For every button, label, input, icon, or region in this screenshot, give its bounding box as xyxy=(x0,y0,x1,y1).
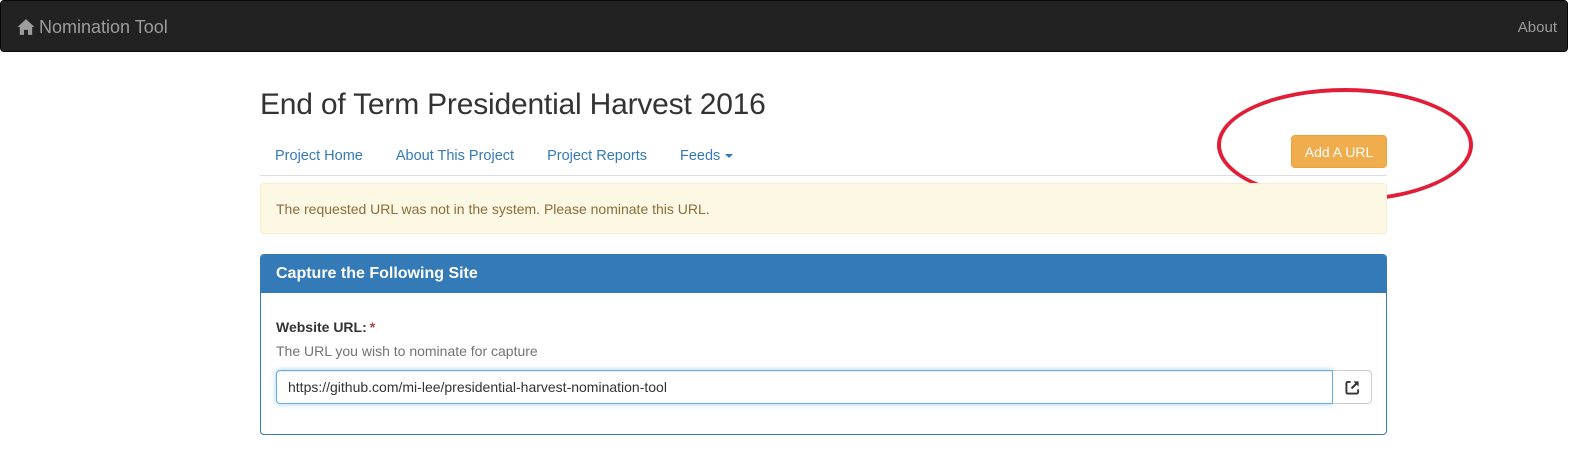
page-title: End of Term Presidential Harvest 2016 xyxy=(260,88,766,121)
website-url-label: Website URL: * xyxy=(276,319,375,335)
capture-panel: Capture the Following Site Website URL: *… xyxy=(260,254,1387,435)
open-url-button[interactable] xyxy=(1333,370,1372,404)
nav-project-reports[interactable]: Project Reports xyxy=(532,136,662,176)
website-url-label-text: Website URL: xyxy=(276,319,367,335)
external-link-icon xyxy=(1344,380,1359,395)
website-url-input[interactable] xyxy=(276,370,1333,404)
brand-link[interactable]: Nomination Tool xyxy=(17,1,168,53)
nav-about-this-project[interactable]: About This Project xyxy=(381,136,529,176)
panel-heading: Capture the Following Site xyxy=(261,255,1386,293)
about-link[interactable]: About xyxy=(1518,1,1557,53)
top-navbar: Nomination Tool About xyxy=(0,0,1568,52)
url-help-text: The URL you wish to nominate for capture xyxy=(276,343,538,359)
nav-project-home[interactable]: Project Home xyxy=(260,136,378,176)
add-url-button[interactable]: Add A URL xyxy=(1291,135,1387,168)
brand-label: Nomination Tool xyxy=(39,16,168,37)
warning-alert: The requested URL was not in the system.… xyxy=(260,183,1387,234)
alert-message: The requested URL was not in the system.… xyxy=(276,200,710,217)
feeds-label: Feeds xyxy=(680,147,721,164)
url-input-group xyxy=(276,370,1372,404)
panel-heading-title: Capture the Following Site xyxy=(276,265,478,282)
caret-down-icon xyxy=(725,153,734,158)
nav-feeds-dropdown[interactable]: Feeds xyxy=(665,136,748,176)
required-marker: * xyxy=(369,319,376,335)
project-nav: Project Home About This Project Project … xyxy=(260,136,1387,176)
home-icon xyxy=(17,19,35,35)
